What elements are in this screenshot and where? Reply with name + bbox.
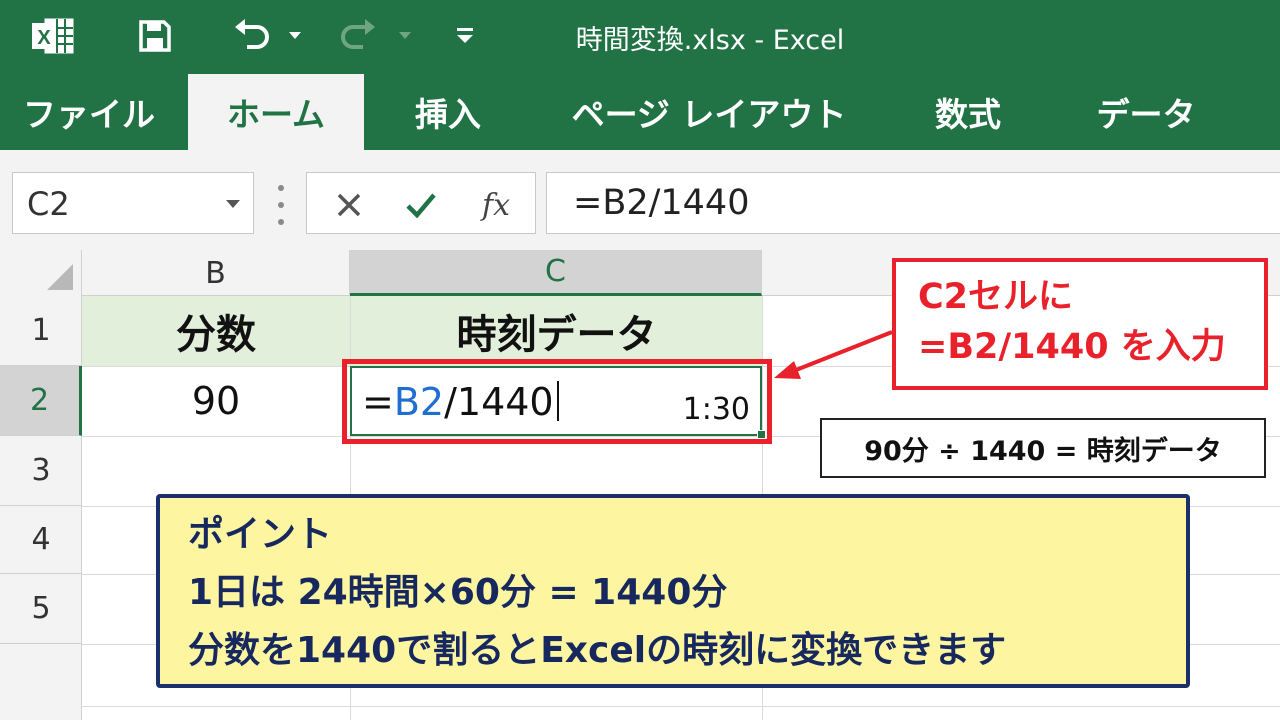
column-header-b[interactable]: B — [82, 250, 350, 296]
point-line-2: 分数を1440で割るとExcelの時刻に変換できます — [188, 630, 1007, 671]
cell-b2[interactable]: 90 — [82, 366, 350, 436]
row-header-3[interactable]: 3 — [0, 436, 82, 506]
formula-input[interactable]: =B2/1440 — [546, 172, 1280, 234]
cell-b1[interactable]: 分数 — [82, 296, 350, 366]
cell-c1[interactable]: 時刻データ — [351, 296, 762, 366]
row-header-2[interactable]: 2 — [0, 366, 82, 436]
tab-data[interactable]: データ — [1076, 74, 1216, 150]
svg-text:X: X — [37, 27, 51, 49]
point-title: ポイント — [188, 514, 333, 555]
tab-home[interactable]: ホーム — [188, 74, 364, 150]
instruction-callout: C2セルに =B2/1440 を入力 — [892, 258, 1268, 390]
undo-icon[interactable] — [230, 13, 276, 59]
tab-insert[interactable]: 挿入 — [386, 74, 510, 150]
undo-dropdown-icon[interactable] — [280, 13, 310, 59]
insert-function-icon[interactable]: fx — [471, 185, 521, 225]
gridline — [82, 706, 1280, 707]
name-box-value: C2 — [27, 185, 70, 223]
formula-text: =B2/1440 — [573, 183, 750, 223]
redo-dropdown-icon — [390, 13, 420, 59]
point-line-1: 1日は 24時間×60分 = 1440分 — [188, 572, 728, 613]
point-callout: ポイント 1日は 24時間×60分 = 1440分 分数を1440で割るとExc… — [156, 494, 1190, 688]
formula-bar-resize-handle[interactable] — [270, 185, 292, 225]
save-icon[interactable] — [132, 13, 178, 59]
instruction-line-2: =B2/1440 を入力 — [918, 327, 1226, 367]
highlight-frame — [342, 359, 772, 444]
formula-buttons: fx — [306, 172, 536, 234]
chevron-down-icon[interactable] — [225, 199, 241, 209]
row-header-5[interactable]: 5 — [0, 574, 82, 644]
select-all-triangle-icon — [47, 264, 73, 290]
tab-formulas[interactable]: 数式 — [906, 74, 1030, 150]
column-header-c[interactable]: C — [350, 250, 762, 296]
select-all-button[interactable] — [0, 250, 82, 296]
title-bar: X 時間変換.xlsx - Excel — [0, 0, 1280, 74]
name-box[interactable]: C2 — [12, 172, 254, 234]
window-title: 時間変換.xlsx - Excel — [575, 25, 845, 56]
instruction-line-1: C2セルに — [918, 277, 1074, 317]
fx-label: fx — [481, 187, 511, 223]
redo-icon — [334, 13, 380, 59]
equation-box: 90分 ÷ 1440 = 時刻データ — [820, 418, 1266, 478]
enter-checkmark-icon[interactable] — [401, 185, 441, 225]
cancel-icon[interactable] — [329, 185, 369, 225]
row-header-1[interactable]: 1 — [0, 296, 82, 366]
ribbon-tab-bar: ファイル ホーム 挿入 ページ レイアウト 数式 データ — [0, 74, 1280, 150]
tab-page-layout[interactable]: ページ レイアウト — [548, 74, 870, 150]
row-header-4[interactable]: 4 — [0, 506, 82, 574]
excel-logo-icon: X — [30, 13, 76, 59]
tab-file[interactable]: ファイル — [14, 74, 164, 150]
